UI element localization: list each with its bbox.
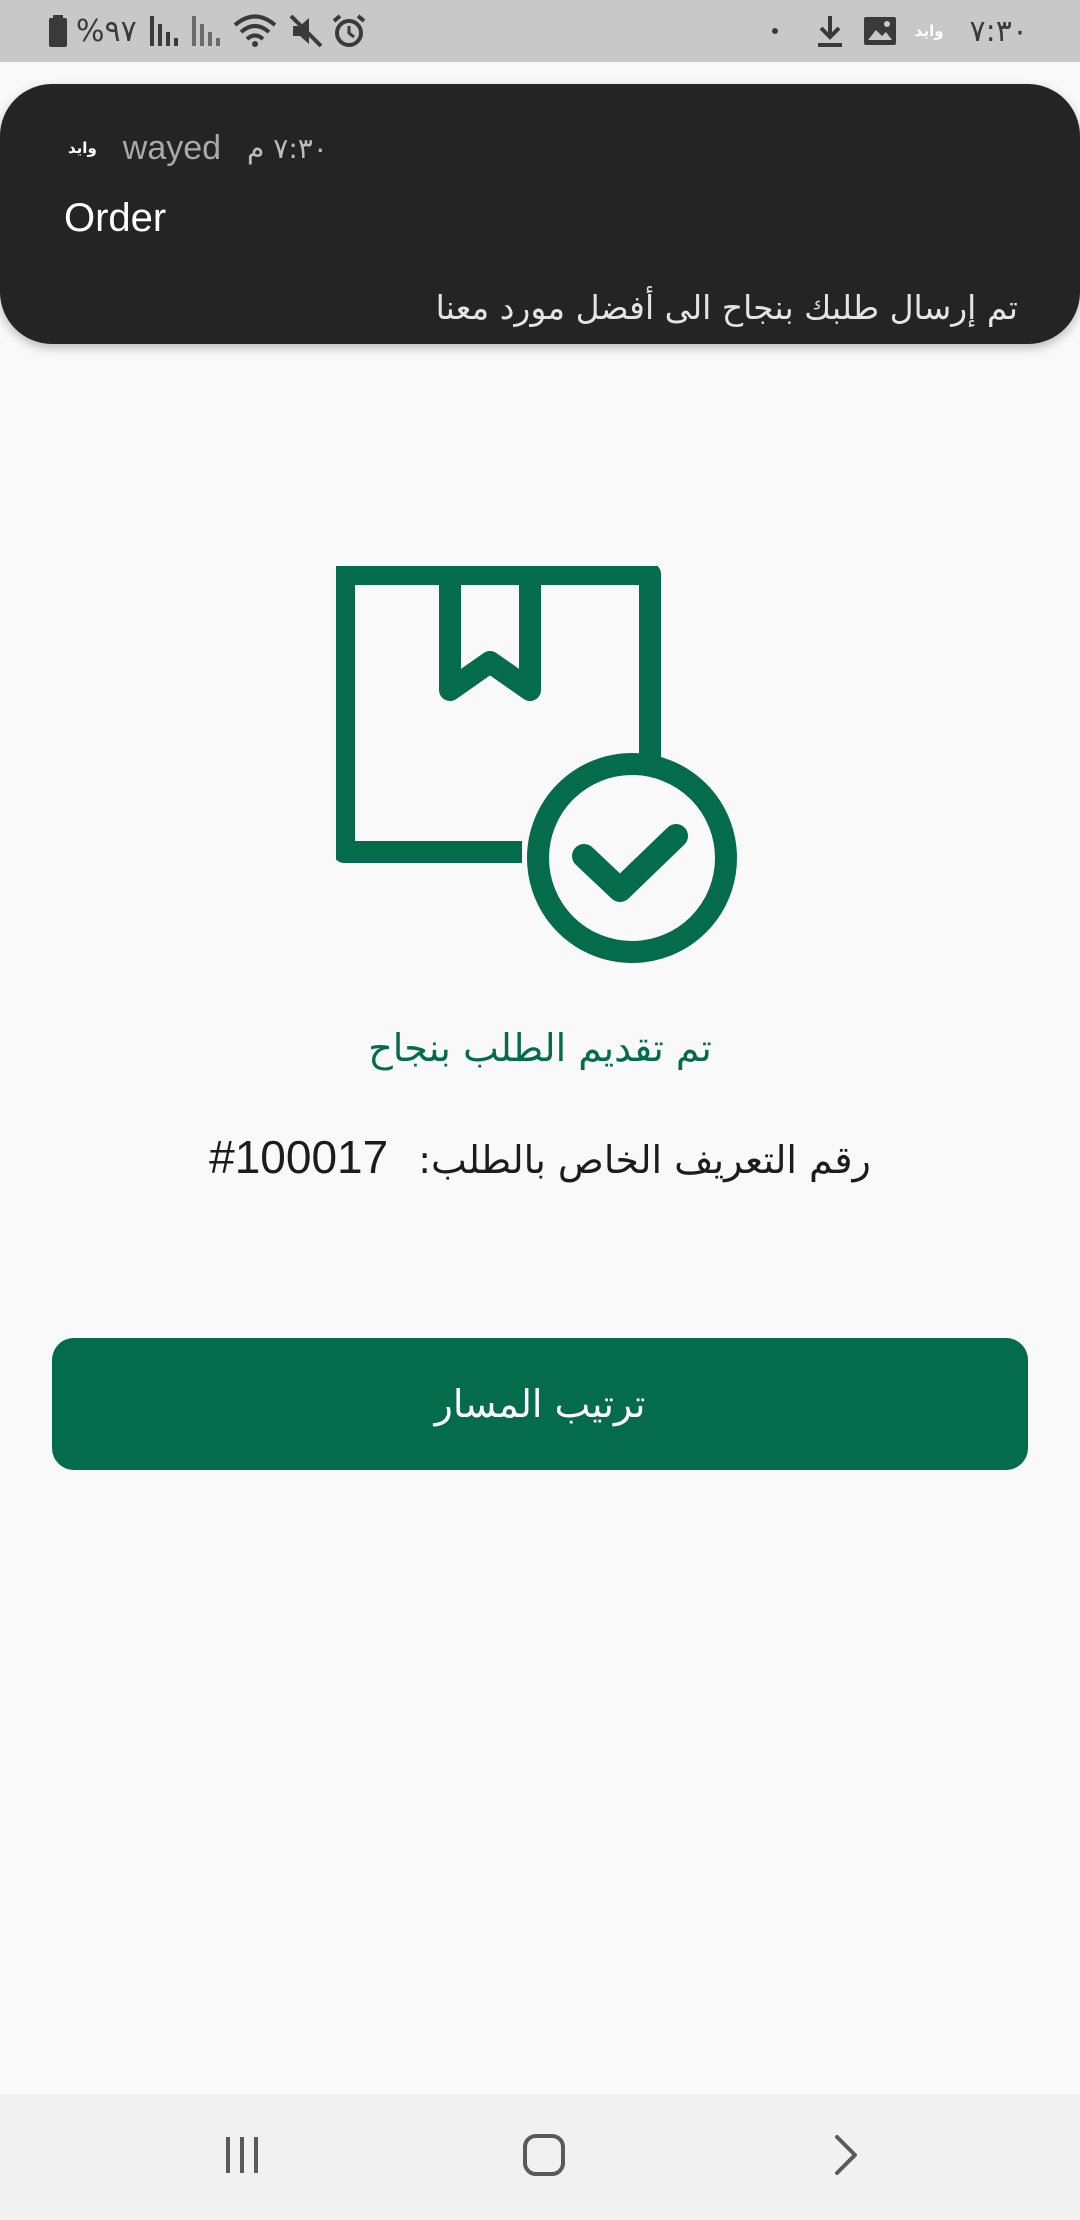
wifi-icon [233,14,277,48]
notification-app-badge: وايد [68,139,97,157]
notification-body: تم إرسال طلبك بنجاح الى أفضل مورد معنا [435,288,1018,327]
dot-icon [771,27,779,35]
back-icon [831,2133,861,2181]
success-title: تم تقديم الطلب بنجاح [368,1026,712,1070]
order-id-label: رقم التعريف الخاص بالطلب: [418,1138,871,1182]
notification-app-name: wayed [122,128,222,167]
download-icon [815,14,845,48]
home-icon [522,2133,566,2181]
order-notification[interactable]: وايد wayed ٧:٣٠ م Order تم إرسال طلبك بن… [0,84,1080,344]
status-app-badge: وايد [914,22,944,40]
order-id-value: #100017 [209,1131,389,1183]
notification-title: Order [64,196,167,240]
signal-icon-2 [191,16,225,46]
recent-apps-icon [222,2135,262,2179]
home-button[interactable] [474,2094,614,2220]
battery-icon [48,15,68,47]
alarm-icon [331,13,367,49]
notification-time: ٧:٣٠ م [247,131,328,165]
image-icon [863,16,897,46]
back-button[interactable] [776,2094,916,2220]
route-arrangement-button[interactable]: ترتيب المسار [52,1338,1028,1470]
app-screen: %٩٧ وايد ٧:٣٠ وايد wayed ٧:٣٠ م Order تم… [0,0,1080,2220]
mute-icon [289,14,323,48]
battery-percent: %٩٧ [76,13,137,49]
status-bar-left: %٩٧ [48,0,367,62]
status-bar-right: وايد ٧:٣٠ [771,0,1028,62]
recent-apps-button[interactable] [172,2094,312,2220]
status-bar: %٩٧ وايد ٧:٣٠ [0,0,1080,62]
navigation-bar [0,2094,1080,2220]
notification-header: وايد wayed ٧:٣٠ م [68,128,328,168]
order-id-row: رقم التعريف الخاص بالطلب: #100017 [0,1130,1080,1184]
signal-icon [149,16,183,46]
status-time: ٧:٣٠ [969,13,1028,49]
package-check-icon [333,563,742,966]
